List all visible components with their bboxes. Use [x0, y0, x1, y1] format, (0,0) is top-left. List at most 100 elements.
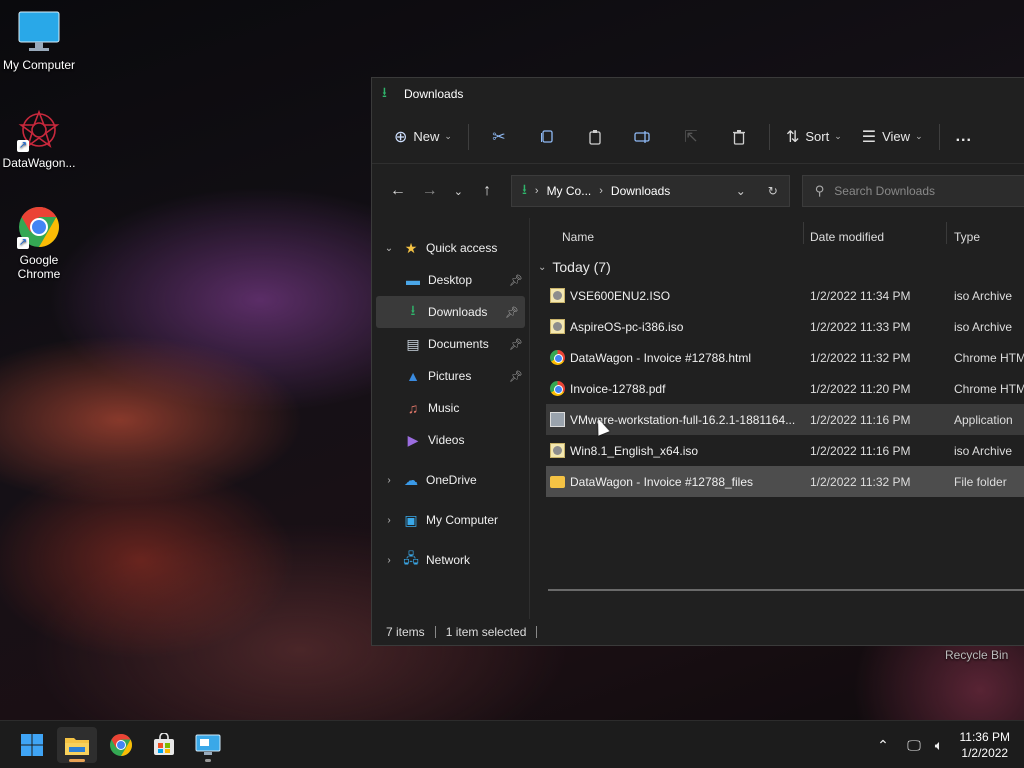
- iso-file-icon: [550, 319, 565, 334]
- file-row[interactable]: VSE600ENU2.ISO 1/2/2022 11:34 PM iso Arc…: [546, 280, 1024, 311]
- share-button[interactable]: ⇱: [667, 120, 715, 154]
- share-icon: ⇱: [684, 128, 698, 146]
- refresh-button[interactable]: ↻: [757, 184, 789, 198]
- nav-label: Network: [426, 553, 471, 567]
- new-button[interactable]: ⊕ New ⌄: [384, 120, 462, 154]
- running-indicator: [205, 759, 211, 762]
- chevron-down-icon: ⌄: [384, 242, 394, 254]
- paste-button[interactable]: [571, 120, 619, 154]
- file-explorer-window: ⭳ Downloads ⊕ New ⌄ ✂ ⇱ ⇅ Sort ⌄ ☰ View …: [371, 77, 1024, 646]
- shortcut-arrow-icon: ↗: [17, 140, 29, 152]
- nav-item-videos[interactable]: ▶ Videos: [372, 424, 529, 456]
- pictures-icon: ▲: [406, 368, 420, 384]
- taskbar-remote-desktop[interactable]: [188, 727, 228, 763]
- search-placeholder: Search Downloads: [834, 184, 936, 198]
- file-date: 1/2/2022 11:33 PM: [810, 320, 911, 334]
- volume-icon[interactable]: 🔈︎: [928, 737, 950, 754]
- address-bar[interactable]: ⭳ › My Co... › Downloads ⌄ ↻: [510, 175, 790, 207]
- file-type: iso Archive: [954, 289, 1013, 303]
- status-divider: [536, 626, 538, 638]
- chevron-right-icon: ›: [387, 514, 391, 526]
- file-row[interactable]: DataWagon - Invoice #12788_files 1/2/202…: [546, 466, 1024, 497]
- arrow-right-icon: →: [421, 182, 438, 199]
- horizontal-scrollbar[interactable]: [548, 589, 1024, 591]
- nav-item-music[interactable]: ♫ Music: [372, 392, 529, 424]
- file-row[interactable]: Invoice-12788.pdf 1/2/2022 11:20 PM Chro…: [546, 373, 1024, 404]
- address-dropdown-button[interactable]: ⌄: [725, 184, 757, 198]
- rename-button[interactable]: [619, 120, 667, 154]
- command-bar: ⊕ New ⌄ ✂ ⇱ ⇅ Sort ⌄ ☰ View ⌄ ...: [372, 110, 1024, 164]
- desktop-icon-datawagon[interactable]: ↗ DataWagon...: [0, 108, 81, 170]
- search-box[interactable]: ⚲ Search Downloads: [801, 175, 1024, 207]
- group-header-today[interactable]: ⌄ Today (7): [530, 254, 1024, 280]
- view-button[interactable]: ☰ View ⌄: [852, 120, 933, 154]
- recent-locations-button[interactable]: ⌄: [445, 176, 471, 206]
- nav-label: OneDrive: [426, 473, 477, 487]
- taskbar-file-explorer[interactable]: [57, 727, 97, 763]
- nav-item-downloads[interactable]: ⭳ Downloads 📌︎: [376, 296, 525, 328]
- application-file-icon: [550, 412, 565, 427]
- nav-label: Music: [428, 401, 460, 415]
- navigation-bar: ← → ⌄ ↑ ⭳ › My Co... › Downloads ⌄ ↻ ⚲ S…: [372, 164, 1024, 218]
- folder-icon: [550, 476, 565, 488]
- shortcut-arrow-icon: ↗: [17, 237, 29, 249]
- breadcrumb-downloads[interactable]: Downloads: [611, 184, 670, 198]
- item-count: 7 items: [386, 625, 425, 639]
- group-label: Today (7): [552, 259, 611, 275]
- desktop-icon-google-chrome[interactable]: ↗ Google Chrome: [0, 205, 81, 281]
- recycle-bin-label[interactable]: Recycle Bin: [945, 648, 1008, 662]
- nav-onedrive[interactable]: › ☁ OneDrive: [372, 464, 529, 496]
- navigation-pane[interactable]: ⌄ ★ Quick access ▬ Desktop 📌︎ ⭳ Download…: [372, 218, 530, 619]
- column-header-type[interactable]: Type: [954, 230, 980, 244]
- taskbar-chrome[interactable]: [101, 727, 141, 763]
- up-button[interactable]: ↑: [471, 176, 503, 206]
- arrow-left-icon: ←: [389, 182, 406, 199]
- documents-icon: ▤: [406, 335, 420, 352]
- monitor-icon: [17, 10, 61, 54]
- delete-button[interactable]: [715, 120, 763, 154]
- more-options-button[interactable]: ...: [946, 120, 982, 154]
- nav-label: Quick access: [426, 241, 498, 255]
- nav-item-documents[interactable]: ▤ Documents 📌︎: [372, 328, 529, 360]
- file-type: Application: [954, 413, 1013, 427]
- title-bar[interactable]: ⭳ Downloads: [372, 78, 1024, 110]
- explorer-content: ⌄ ★ Quick access ▬ Desktop 📌︎ ⭳ Download…: [372, 218, 1024, 619]
- nav-my-computer[interactable]: › ▣ My Computer: [372, 504, 529, 536]
- nav-label: Desktop: [428, 273, 473, 287]
- taskbar-store[interactable]: [144, 727, 184, 763]
- status-divider: [434, 626, 436, 638]
- sort-button[interactable]: ⇅ Sort ⌄: [776, 120, 852, 154]
- remote-desktop-icon: [195, 734, 221, 755]
- chevron-right-icon: ›: [387, 554, 391, 566]
- start-icon: [21, 734, 43, 756]
- desktop-icon-my-computer[interactable]: My Computer: [0, 10, 81, 72]
- column-header-name[interactable]: Name: [562, 230, 594, 244]
- network-icon[interactable]: 🖵︎: [900, 737, 928, 754]
- copy-button[interactable]: [523, 120, 571, 154]
- pin-icon: 📌︎: [509, 370, 523, 383]
- cut-button[interactable]: ✂: [475, 120, 523, 154]
- back-button[interactable]: ←: [382, 176, 414, 206]
- file-row[interactable]: VMware-workstation-full-16.2.1-1881164..…: [546, 404, 1024, 435]
- column-divider: [803, 222, 804, 244]
- nav-network[interactable]: › 🖧︎ Network: [372, 544, 529, 576]
- file-name: DataWagon - Invoice #12788.html: [570, 351, 751, 365]
- forward-button[interactable]: →: [414, 176, 446, 206]
- file-row[interactable]: DataWagon - Invoice #12788.html 1/2/2022…: [546, 342, 1024, 373]
- nav-item-desktop[interactable]: ▬ Desktop 📌︎: [372, 264, 529, 296]
- file-name: VSE600ENU2.ISO: [570, 289, 671, 303]
- breadcrumb-my-computer[interactable]: My Co...: [547, 184, 592, 198]
- nav-quick-access[interactable]: ⌄ ★ Quick access: [372, 232, 529, 264]
- file-type: Chrome HTM: [954, 382, 1024, 396]
- chevron-down-icon: ⌄: [915, 131, 923, 141]
- selection-count: 1 item selected: [445, 625, 527, 639]
- start-button[interactable]: [12, 727, 52, 763]
- show-hidden-icons-button[interactable]: ⌃: [874, 737, 892, 754]
- file-row[interactable]: AspireOS-pc-i386.iso 1/2/2022 11:33 PM i…: [546, 311, 1024, 342]
- toolbar-divider: [467, 123, 469, 150]
- nav-item-pictures[interactable]: ▲ Pictures 📌︎: [372, 360, 529, 392]
- taskbar-clock[interactable]: 11:36 PM 1/2/2022: [960, 729, 1010, 761]
- column-header-date[interactable]: Date modified: [810, 230, 884, 244]
- trash-icon: [732, 129, 745, 145]
- file-row[interactable]: Win8.1_English_x64.iso 1/2/2022 11:16 PM…: [546, 435, 1024, 466]
